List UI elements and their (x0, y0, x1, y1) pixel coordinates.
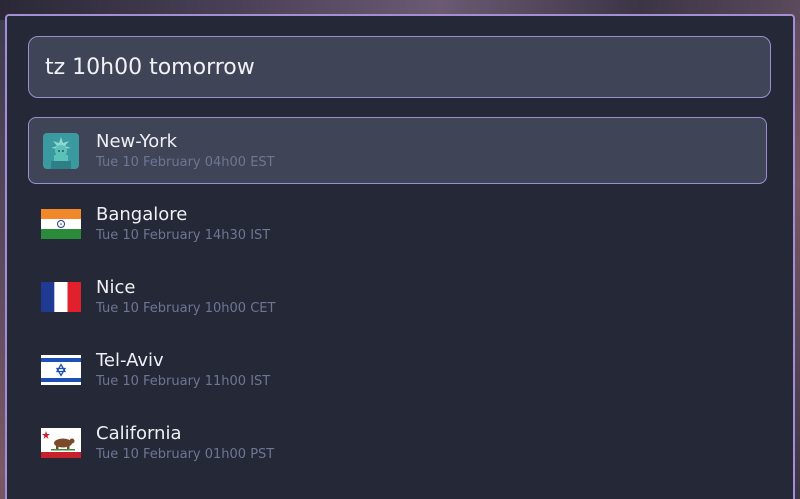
search-input[interactable] (45, 54, 770, 80)
result-time: Tue 10 February 11h00 IST (96, 374, 271, 389)
france-flag-icon (41, 281, 81, 313)
israel-flag-icon (41, 354, 81, 386)
result-time: Tue 10 February 01h00 PST (96, 447, 275, 462)
result-city: Bangalore (96, 204, 188, 225)
result-time: Tue 10 February 14h30 IST (96, 228, 271, 243)
result-item-bangalore[interactable]: Bangalore Tue 10 February 14h30 IST (28, 190, 768, 257)
result-item-california[interactable]: California Tue 10 February 01h00 PST (28, 409, 768, 476)
results-list: New-York Tue 10 February 04h00 EST Banga… (28, 117, 768, 482)
result-city: Nice (96, 277, 136, 298)
result-item-new-york[interactable]: New-York Tue 10 February 04h00 EST (28, 117, 767, 184)
result-time: Tue 10 February 04h00 EST (96, 155, 275, 170)
statue-of-liberty-icon (41, 132, 81, 169)
india-flag-icon (41, 208, 81, 240)
result-city: Tel-Aviv (96, 350, 164, 371)
result-item-nice[interactable]: Nice Tue 10 February 10h00 CET (28, 263, 768, 330)
result-time: Tue 10 February 10h00 CET (96, 301, 276, 316)
result-city: New-York (96, 131, 178, 152)
result-item-tel-aviv[interactable]: Tel-Aviv Tue 10 February 11h00 IST (28, 336, 768, 403)
california-flag-icon (41, 427, 81, 459)
search-box[interactable] (28, 36, 771, 98)
launcher-window: New-York Tue 10 February 04h00 EST Banga… (5, 14, 795, 499)
result-city: California (96, 423, 182, 444)
